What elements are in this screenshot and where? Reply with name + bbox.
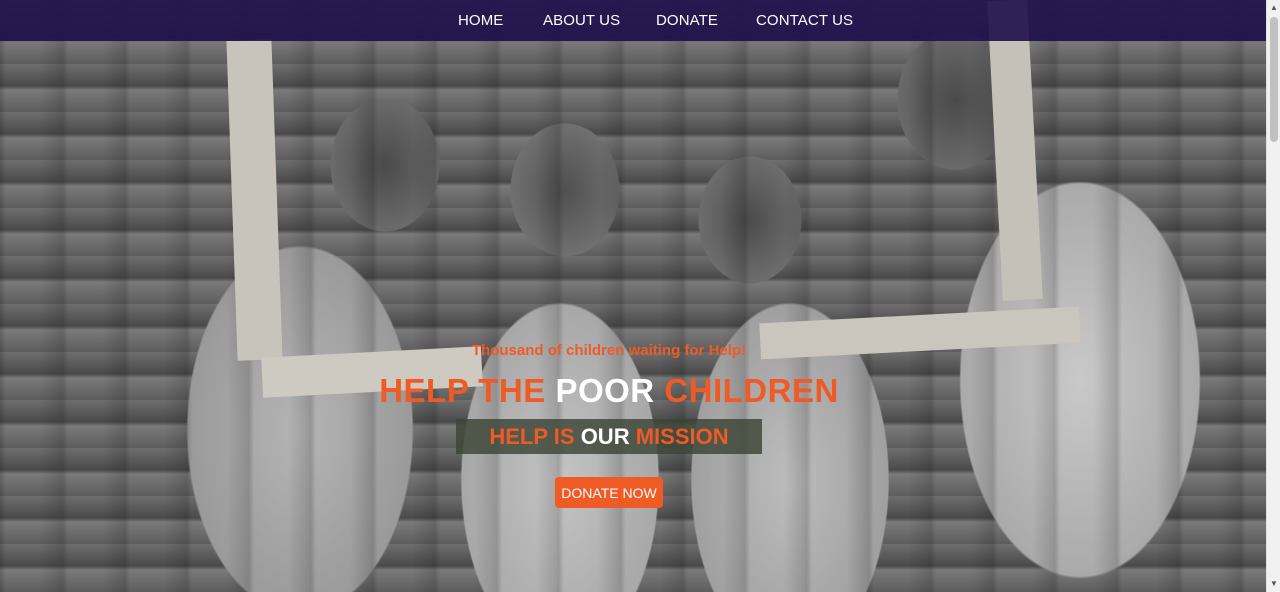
triangle-up-icon[interactable]: ▲ xyxy=(1267,0,1280,16)
page-scrollbar[interactable]: ▲ ▼ xyxy=(1266,0,1280,592)
scrollbar-thumb[interactable] xyxy=(1270,17,1278,142)
mission-part-help-is: HELP IS xyxy=(489,424,575,449)
nav-home-link[interactable]: HOME xyxy=(458,12,503,29)
nav-donate-link[interactable]: DONATE xyxy=(656,12,718,29)
headline-part-children: CHILDREN xyxy=(664,372,839,409)
mission-part-our: OUR xyxy=(580,424,630,449)
nav-about-link[interactable]: ABOUT US xyxy=(543,12,620,29)
hero-headline: HELP THE POOR CHILDREN xyxy=(0,372,1218,410)
headline-part-help-the: HELP THE xyxy=(379,372,546,409)
headline-part-poor: POOR xyxy=(555,372,655,409)
mission-part-mission: MISSION xyxy=(635,424,729,449)
top-navbar: HOME ABOUT US DONATE CONTACT US xyxy=(0,0,1266,41)
triangle-down-icon[interactable]: ▼ xyxy=(1267,576,1280,592)
nav-contact-link[interactable]: CONTACT US xyxy=(756,12,853,29)
hero-tagline: Thousand of children waiting for Help! xyxy=(471,342,747,359)
donate-now-button[interactable]: DONATE NOW xyxy=(555,477,663,508)
mission-banner: HELP IS OUR MISSION xyxy=(456,419,762,454)
